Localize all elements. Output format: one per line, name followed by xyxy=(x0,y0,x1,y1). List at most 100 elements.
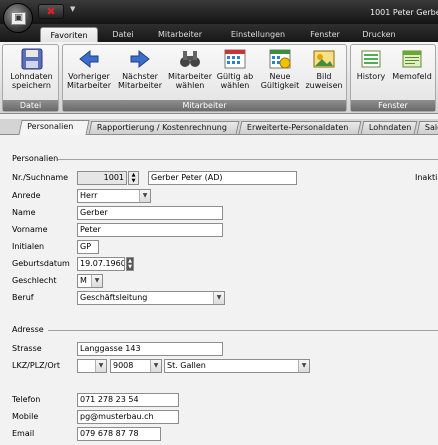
vorname-label: Vorname xyxy=(12,225,48,234)
tab-rapportierung[interactable]: Rapportierung / Kostenrechnung xyxy=(88,121,240,134)
tab-lohndaten[interactable]: Lohndaten xyxy=(360,121,418,134)
choose-employee-button[interactable]: Mitarbeiter wählen xyxy=(165,48,215,90)
tab-favoriten[interactable]: Favoriten xyxy=(40,27,98,42)
nr-spin-icon[interactable]: ▲ ▼ xyxy=(128,171,139,185)
section-divider xyxy=(58,159,438,160)
email-input[interactable]: 079 678 87 78 xyxy=(77,427,161,441)
assign-image-button[interactable]: Bild zuweisen xyxy=(302,48,346,90)
chevron-down-icon[interactable]: ▼ xyxy=(95,360,106,372)
chevron-down-icon[interactable]: ▼ xyxy=(213,292,224,304)
name-label: Name xyxy=(12,208,36,217)
strasse-input[interactable]: Langgasse 143 xyxy=(77,342,223,356)
binoculars-icon xyxy=(178,48,202,70)
group-label-fenster: Fenster xyxy=(351,100,435,111)
save-label-1: Lohndaten xyxy=(10,72,53,81)
name-input[interactable]: Gerber xyxy=(77,206,223,220)
tab-einstellungen[interactable]: Einstellungen xyxy=(223,27,293,42)
section-personalien: Personalien xyxy=(12,154,59,163)
tab-drucken[interactable]: Drucken xyxy=(356,27,402,42)
mobile-input[interactable]: pg@musterbau.ch xyxy=(77,410,179,424)
prev-label-1: Vorheriger xyxy=(68,72,110,81)
chevron-down-icon[interactable]: ▼ xyxy=(91,275,102,287)
calendar-new-icon xyxy=(268,48,292,70)
previous-employee-button[interactable]: Vorheriger Mitarbeiter xyxy=(64,48,114,90)
group-label-mitarbeiter: Mitarbeiter xyxy=(63,100,346,111)
tab-personalien[interactable]: Personalien xyxy=(18,120,90,135)
chevron-down-icon[interactable]: ▼ xyxy=(150,360,161,372)
section-divider xyxy=(48,330,438,331)
group-label-datei: Datei xyxy=(3,100,58,111)
image-label-2: zuweisen xyxy=(305,81,343,90)
ort-select[interactable]: St. Gallen ▼ xyxy=(164,359,310,373)
memo-icon xyxy=(400,48,424,70)
strasse-label: Strasse xyxy=(12,344,42,353)
telefon-input[interactable]: 071 278 23 54 xyxy=(77,393,179,407)
vorname-input[interactable]: Peter xyxy=(77,223,223,237)
newvalid-label-2: Gültigkeit xyxy=(260,81,300,90)
ribbon-tab-bar: Favoriten Datei Mitarbeiter Einstellunge… xyxy=(0,24,438,42)
group-datei: Lohndaten speichern Datei xyxy=(2,44,59,112)
plz-value: 9008 xyxy=(113,361,134,370)
geburtsdatum-input[interactable]: 19.07.1960 xyxy=(77,257,125,271)
plz-select[interactable]: 9008 ▼ xyxy=(110,359,162,373)
content-tab-bar: ◂ Personalien Rapportierung / Kostenrech… xyxy=(0,119,438,250)
close-qat-icon[interactable]: ✖ xyxy=(38,4,64,19)
arrow-left-icon xyxy=(77,48,101,70)
group-fenster: History Memofeld Fenster xyxy=(350,44,436,112)
beruf-select[interactable]: Geschäftsleitung ▼ xyxy=(77,291,225,305)
email-label: Email xyxy=(12,429,35,438)
next-label-1: Nächster xyxy=(122,72,158,81)
choose-label-1: Mitarbeiter xyxy=(167,72,213,81)
history-icon xyxy=(359,48,383,70)
choose-label-2: wählen xyxy=(175,81,205,90)
initialen-label: Initialen xyxy=(12,242,45,251)
section-adresse: Adresse xyxy=(12,325,44,334)
nr-input[interactable]: 1001 xyxy=(77,171,127,185)
title-bar: ✖ ▼ 1001 Peter Gerber xyxy=(0,0,438,24)
tab-saldi[interactable]: Sald xyxy=(416,121,438,134)
ribbon: Lohndaten speichern Datei Vorheriger Mit… xyxy=(0,42,438,114)
arrow-right-icon xyxy=(128,48,152,70)
geschlecht-value: M xyxy=(80,276,87,285)
app-orb-icon[interactable]: ▣ xyxy=(3,3,33,33)
new-validity-button[interactable]: Neue Gültigkeit xyxy=(257,48,303,90)
initialen-input[interactable]: GP xyxy=(77,240,99,254)
lkz-select[interactable]: ▼ xyxy=(77,359,107,373)
date-picker-icon[interactable]: ▲ ▼ xyxy=(126,257,134,271)
geschlecht-label: Geschlecht xyxy=(12,276,57,285)
ort-value: St. Gallen xyxy=(167,361,206,370)
qat-dropdown-icon[interactable]: ▼ xyxy=(70,5,75,13)
calendar-grid-icon xyxy=(223,48,247,70)
memo-button[interactable]: Memofeld xyxy=(389,48,435,81)
geburtsdatum-label: Geburtsdatum xyxy=(12,259,70,268)
history-label: History xyxy=(356,72,386,81)
group-mitarbeiter: Vorheriger Mitarbeiter Nächster Mitarbei… xyxy=(62,44,347,112)
beruf-value: Geschäftsleitung xyxy=(80,293,148,302)
history-button[interactable]: History xyxy=(353,48,389,81)
beruf-label: Beruf xyxy=(12,293,34,302)
chevron-down-icon[interactable]: ▼ xyxy=(139,190,150,202)
nr-label: Nr./Suchname xyxy=(12,173,69,182)
floppy-save-icon xyxy=(20,48,44,70)
mobile-label: Mobile xyxy=(12,412,39,421)
ort-label: LKZ/PLZ/Ort xyxy=(12,361,61,370)
telefon-label: Telefon xyxy=(12,395,41,404)
personalien-form: Personalien Nr./Suchname 1001 ▲ ▼ Gerber … xyxy=(0,135,438,445)
next-label-2: Mitarbeiter xyxy=(117,81,163,90)
newvalid-label-1: Neue xyxy=(269,72,291,81)
next-employee-button[interactable]: Nächster Mitarbeiter xyxy=(115,48,165,90)
search-name-input[interactable]: Gerber Peter (AD) xyxy=(148,171,297,185)
anrede-value: Herr xyxy=(80,191,98,200)
tab-mitarbeiter[interactable]: Mitarbeiter xyxy=(150,27,210,42)
tab-erweiterte-personaldaten[interactable]: Erweiterte-Personaldaten xyxy=(238,121,362,134)
tab-fenster[interactable]: Fenster xyxy=(302,27,348,42)
anrede-label: Anrede xyxy=(12,191,41,200)
anrede-select[interactable]: Herr ▼ xyxy=(77,189,151,203)
prev-label-2: Mitarbeiter xyxy=(66,81,112,90)
geschlecht-select[interactable]: M ▼ xyxy=(77,274,103,288)
save-button[interactable]: Lohndaten speichern xyxy=(4,48,59,90)
chevron-down-icon[interactable]: ▼ xyxy=(298,360,309,372)
image-label-1: Bild xyxy=(316,72,332,81)
tab-datei[interactable]: Datei xyxy=(104,27,142,42)
valid-from-button[interactable]: Gültig ab wählen xyxy=(213,48,257,90)
